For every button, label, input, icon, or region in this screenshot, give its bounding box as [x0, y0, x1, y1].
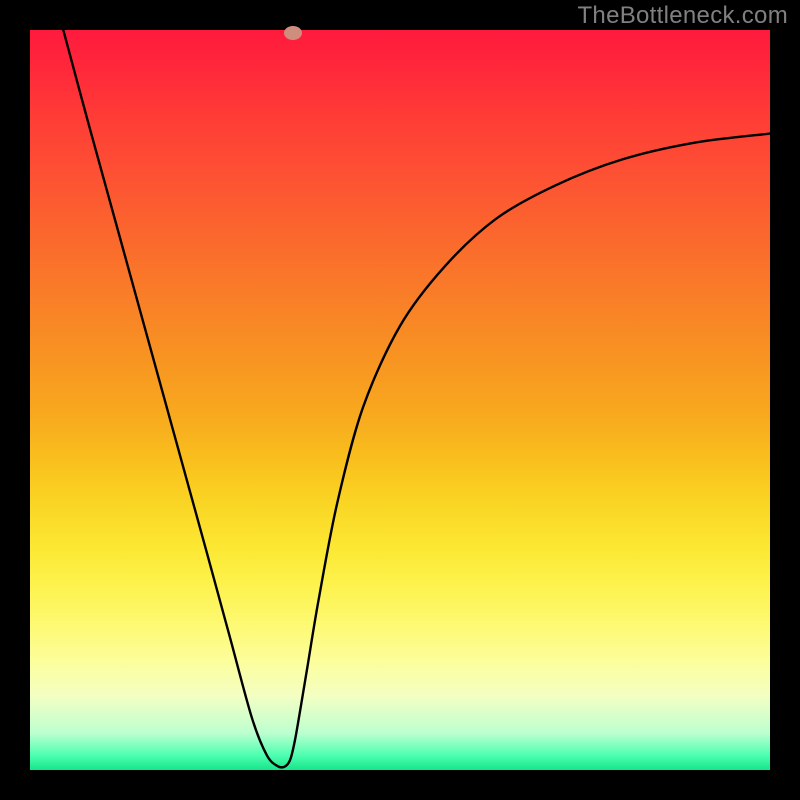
bottleneck-curve: [63, 30, 770, 767]
attribution-text: TheBottleneck.com: [577, 2, 788, 30]
curve-svg: [30, 30, 770, 770]
chart-frame: TheBottleneck.com: [0, 0, 800, 800]
minimum-marker: [284, 26, 302, 40]
plot-area: [30, 30, 770, 770]
